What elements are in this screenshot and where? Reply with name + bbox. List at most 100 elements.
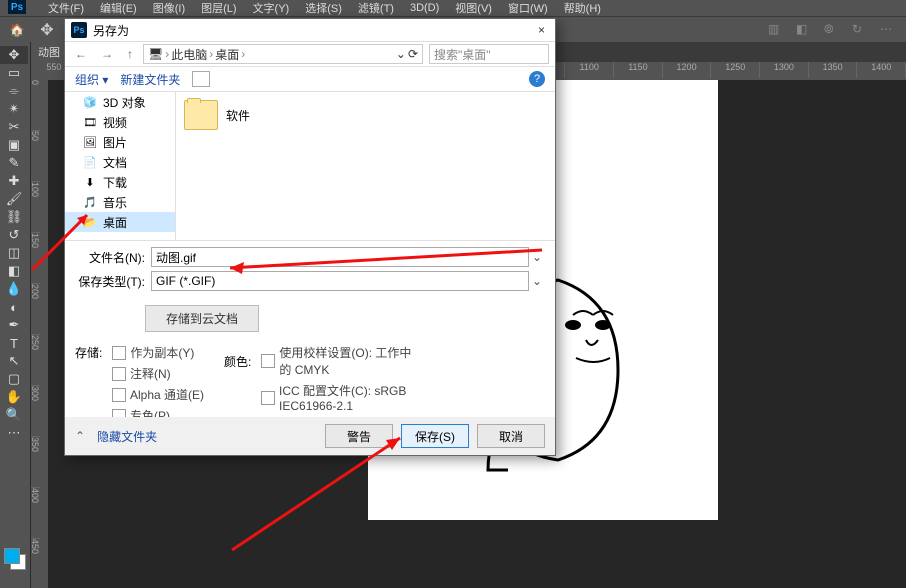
lasso-tool[interactable]: ⌯ [0, 82, 28, 100]
as-copy-checkbox[interactable] [112, 346, 126, 360]
save-button[interactable]: 保存(S) [401, 424, 469, 448]
tree-item-pictures[interactable]: 🖼图片 [65, 132, 175, 152]
ruler-tick: 450 [30, 539, 40, 588]
menu-type[interactable]: 文字(Y) [245, 0, 298, 16]
move-tool[interactable]: ✥ [0, 46, 28, 64]
save-to-cloud-button[interactable]: 存储到云文档 [145, 305, 259, 332]
wand-tool[interactable]: ✴ [0, 100, 28, 118]
camera-icon[interactable]: ⦾ [824, 22, 840, 38]
music-icon: 🎵 [83, 196, 97, 208]
tree-item-music[interactable]: 🎵 音乐 [65, 192, 175, 212]
history-brush-tool[interactable]: ↺ [0, 226, 28, 244]
help-icon[interactable]: ? [529, 71, 545, 87]
menu-filter[interactable]: 滤镜(T) [350, 0, 402, 16]
new-folder-button[interactable]: 新建文件夹 [120, 71, 180, 88]
tree-label: 音乐 [103, 194, 127, 211]
move-tool-icon[interactable]: ✥ [38, 21, 56, 39]
marquee-tool[interactable]: ▭ [0, 64, 28, 82]
tool-bar: ✥ ▭ ⌯ ✴ ✂ ▣ ✎ ✚ 🖌 ⛓ ↺ ◫ ◧ 💧 ◐ ✒ T ↖ ▢ ✋ … [0, 42, 31, 588]
cancel-button[interactable]: 取消 [477, 424, 545, 448]
tree-item-downloads[interactable]: ⬇下载 [65, 172, 175, 192]
breadcrumb-dropdown-icon[interactable]: ⌄ [396, 47, 406, 61]
menu-help[interactable]: 帮助(H) [556, 0, 609, 16]
edit-toolbar[interactable]: ⋯ [0, 424, 28, 442]
eyedropper-tool[interactable]: ✎ [0, 154, 28, 172]
dodge-tool[interactable]: ◐ [0, 298, 28, 316]
menu-view[interactable]: 视图(V) [447, 0, 500, 16]
view-mode-icon[interactable] [192, 71, 210, 87]
dialog-footer: ⌃ 隐藏文件夹 警告 保存(S) 取消 [65, 417, 555, 455]
ruler-tick: 1250 [711, 62, 760, 78]
warning-button[interactable]: 警告 [325, 424, 393, 448]
foreground-color-swatch[interactable] [4, 548, 20, 564]
menu-edit[interactable]: 编辑(E) [92, 0, 145, 16]
tree-item-3d[interactable]: 🧊3D 对象 [65, 92, 175, 112]
dialog-titlebar[interactable]: Ps 另存为 × [65, 19, 555, 42]
rotate-icon[interactable]: ↻ [852, 22, 868, 38]
tree-label: 桌面 [103, 214, 127, 231]
menu-image[interactable]: 图像(I) [145, 0, 193, 16]
file-list[interactable]: 软件 [176, 92, 555, 240]
hide-folders-link[interactable]: 隐藏文件夹 [97, 428, 157, 445]
filename-input[interactable]: 动图.gif [151, 247, 529, 267]
align-icon[interactable]: ▥ [768, 22, 784, 38]
file-item[interactable]: 软件 [184, 100, 250, 130]
search-input[interactable]: 搜索"桌面" [429, 44, 549, 64]
dialog-title: 另存为 [93, 22, 534, 39]
crop-tool[interactable]: ✂ [0, 118, 28, 136]
breadcrumb-refresh-icon[interactable]: ⟳ [408, 47, 418, 61]
notes-checkbox[interactable] [112, 367, 126, 381]
path-tool[interactable]: ↖ [0, 352, 28, 370]
ruler-tick: 350 [30, 437, 40, 488]
organize-button[interactable]: 组织 ▾ [75, 71, 108, 88]
hand-tool[interactable]: ✋ [0, 388, 28, 406]
ruler-tick: 250 [30, 335, 40, 386]
menu-select[interactable]: 选择(S) [297, 0, 350, 16]
nav-forward-icon[interactable]: → [97, 47, 117, 61]
alpha-checkbox[interactable] [112, 388, 126, 402]
proof-checkbox[interactable] [261, 354, 275, 368]
tree-label: 视频 [103, 114, 127, 131]
menu-file[interactable]: 文件(F) [40, 0, 92, 16]
tree-item-documents[interactable]: 📄文档 [65, 152, 175, 172]
document-icon: 📄 [83, 156, 97, 168]
brush-tool[interactable]: 🖌 [0, 190, 28, 208]
home-icon[interactable]: 🏠 [8, 21, 26, 39]
breadcrumb-location[interactable]: 桌面 [215, 46, 239, 63]
tree-item-videos[interactable]: 🎞视频 [65, 112, 175, 132]
filename-value: 动图.gif [156, 249, 196, 266]
type-tool[interactable]: T [0, 334, 28, 352]
ruler-tick: 1400 [857, 62, 906, 78]
menu-3d[interactable]: 3D(D) [402, 2, 447, 14]
tree-item-desktop[interactable]: 📂桌面 [65, 212, 175, 232]
zoom-tool[interactable]: 🔍 [0, 406, 28, 424]
file-label: 软件 [226, 107, 250, 124]
menu-layer[interactable]: 图层(L) [193, 0, 244, 16]
picture-icon: 🖼 [83, 136, 97, 148]
breadcrumb-root[interactable]: 此电脑 [171, 46, 207, 63]
nav-back-icon[interactable]: ← [71, 47, 91, 61]
ruler-tick: 200 [30, 284, 40, 335]
icc-checkbox[interactable] [261, 391, 275, 405]
3d-mode-icon[interactable]: ◧ [796, 22, 812, 38]
filetype-select[interactable]: GIF (*.GIF) [151, 271, 529, 291]
gradient-tool[interactable]: ◧ [0, 262, 28, 280]
stamp-tool[interactable]: ⛓ [0, 208, 28, 226]
frame-tool[interactable]: ▣ [0, 136, 28, 154]
ruler-tick: 400 [30, 488, 40, 539]
nav-up-icon[interactable]: ↑ [123, 47, 137, 61]
shape-tool[interactable]: ▢ [0, 370, 28, 388]
eraser-tool[interactable]: ◫ [0, 244, 28, 262]
menu-window[interactable]: 窗口(W) [500, 0, 556, 16]
filename-dropdown-icon[interactable]: ⌄ [529, 250, 545, 264]
blur-tool[interactable]: 💧 [0, 280, 28, 298]
tree-label: 3D 对象 [103, 94, 146, 111]
breadcrumb[interactable]: 🖥 › 此电脑 › 桌面 › ⌄ ⟳ [143, 44, 423, 64]
more-icon[interactable]: ⋯ [880, 22, 896, 38]
collapse-icon[interactable]: ⌃ [75, 429, 85, 443]
dialog-close-icon[interactable]: × [534, 23, 549, 37]
heal-tool[interactable]: ✚ [0, 172, 28, 190]
folder-tree: 🧊3D 对象 🎞视频 🖼图片 📄文档 ⬇下载 🎵 音乐 📂桌面 [65, 92, 176, 240]
filetype-dropdown-icon[interactable]: ⌄ [529, 274, 545, 288]
pen-tool[interactable]: ✒ [0, 316, 28, 334]
